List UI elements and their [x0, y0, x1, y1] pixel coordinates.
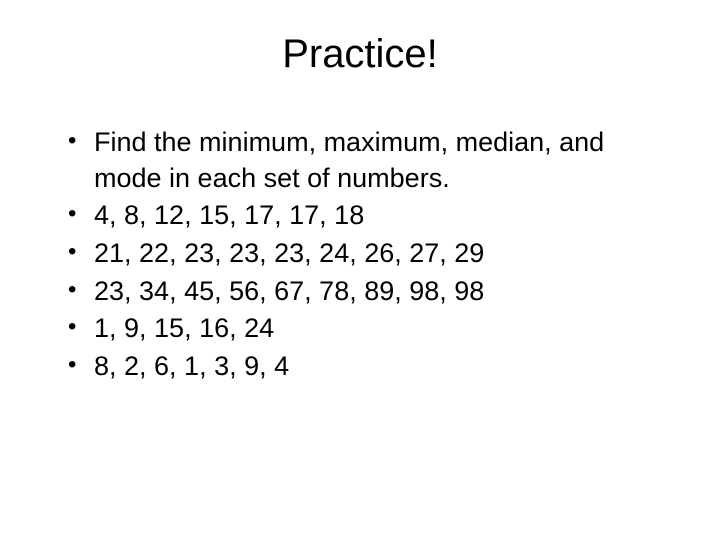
- slide-content: Find the minimum, maximum, median, and m…: [50, 125, 670, 384]
- list-item: 8, 2, 6, 1, 3, 9, 4: [64, 349, 670, 385]
- slide-title: Practice!: [50, 32, 670, 77]
- slide: Practice! Find the minimum, maximum, med…: [0, 0, 720, 540]
- list-item: 1, 9, 15, 16, 24: [64, 311, 670, 347]
- list-item: Find the minimum, maximum, median, and m…: [64, 125, 670, 196]
- list-item: 21, 22, 23, 23, 23, 24, 26, 27, 29: [64, 236, 670, 272]
- list-item: 4, 8, 12, 15, 17, 17, 18: [64, 198, 670, 234]
- bullet-list: Find the minimum, maximum, median, and m…: [64, 125, 670, 384]
- list-item: 23, 34, 45, 56, 67, 78, 89, 98, 98: [64, 274, 670, 310]
